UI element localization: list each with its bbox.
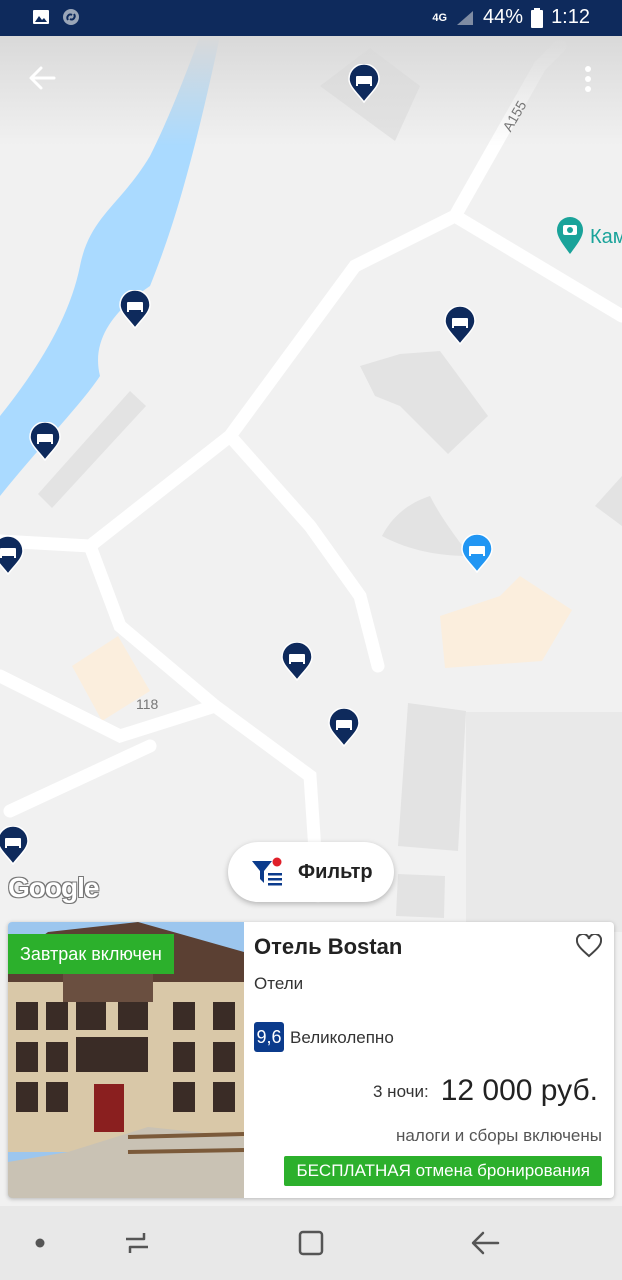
bed-pin-icon-selected[interactable]	[461, 534, 493, 574]
home-icon[interactable]	[294, 1226, 328, 1260]
free-cancellation-badge: БЕСПЛАТНАЯ отмена бронирования	[284, 1156, 602, 1186]
image-icon	[33, 10, 49, 24]
taxes-note: налоги и сборы включены	[395, 1126, 602, 1145]
battery-percent: 44%	[483, 6, 524, 28]
clock: 1:12	[551, 6, 590, 28]
bed-pin-icon[interactable]	[281, 642, 313, 682]
filter-label: Фильтр	[298, 860, 373, 883]
back-icon[interactable]	[468, 1226, 502, 1260]
camera-pin-icon[interactable]	[555, 216, 585, 256]
bed-pin-icon[interactable]	[119, 290, 151, 330]
more-vert-icon[interactable]	[576, 64, 600, 94]
signal-icon	[457, 10, 474, 25]
google-logo: Google	[8, 872, 99, 903]
heart-icon[interactable]	[576, 934, 602, 958]
status-bar: 4G 44% 1:12	[0, 0, 622, 36]
road-label-118: 118	[136, 696, 159, 712]
bed-pin-icon[interactable]	[0, 536, 24, 576]
network-type: 4G	[432, 11, 448, 24]
shazam-icon	[63, 9, 79, 25]
hotel-card[interactable]: Завтрак включен Отель Bostan Отели 9,6 В…	[8, 922, 614, 1198]
bed-pin-icon[interactable]	[348, 64, 380, 104]
map-top-shade	[0, 36, 622, 146]
back-arrow-icon[interactable]	[24, 60, 60, 96]
review-score: 9,6	[254, 1022, 284, 1052]
battery-icon	[531, 7, 544, 28]
dot-icon[interactable]	[23, 1226, 57, 1260]
system-nav-bar	[0, 1206, 622, 1280]
bed-pin-icon[interactable]	[0, 826, 29, 866]
nights-label: 3 ночи:	[373, 1082, 429, 1101]
review-label: Великолепно	[290, 1028, 394, 1047]
hotel-name[interactable]: Отель Bostan	[254, 934, 402, 960]
recents-icon[interactable]	[120, 1226, 154, 1260]
price: 12 000 руб.	[440, 1074, 598, 1107]
filter-button[interactable]: Фильтр	[228, 842, 394, 902]
filter-icon	[252, 857, 282, 886]
breakfast-badge: Завтрак включен	[8, 934, 174, 974]
bed-pin-icon[interactable]	[29, 422, 61, 462]
bed-pin-icon[interactable]	[328, 708, 360, 748]
poi-label[interactable]: Кам	[590, 226, 622, 249]
bed-pin-icon[interactable]	[444, 306, 476, 346]
property-type: Отели	[254, 974, 304, 993]
